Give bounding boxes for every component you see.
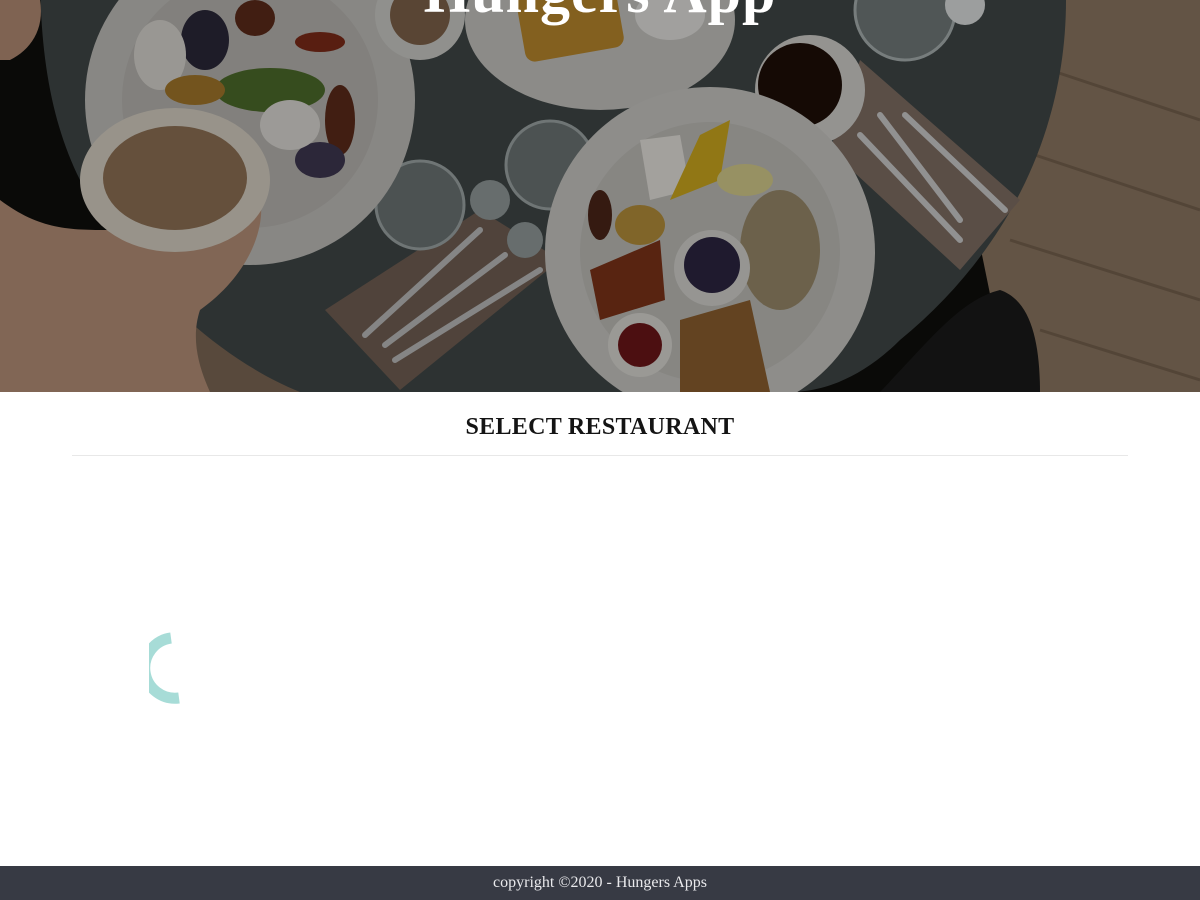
footer-copyright: copyright ©2020 - Hungers Apps [493, 874, 707, 891]
loading-spinner-icon [139, 632, 221, 704]
hero-banner: Hungers App [0, 0, 1200, 392]
section-header: SELECT RESTAURANT [72, 392, 1128, 456]
section-title: SELECT RESTAURANT [465, 414, 735, 440]
hero-title: Hungers App [0, 0, 1200, 22]
hero-image [0, 0, 1200, 392]
footer: copyright ©2020 - Hungers Apps [0, 866, 1200, 900]
